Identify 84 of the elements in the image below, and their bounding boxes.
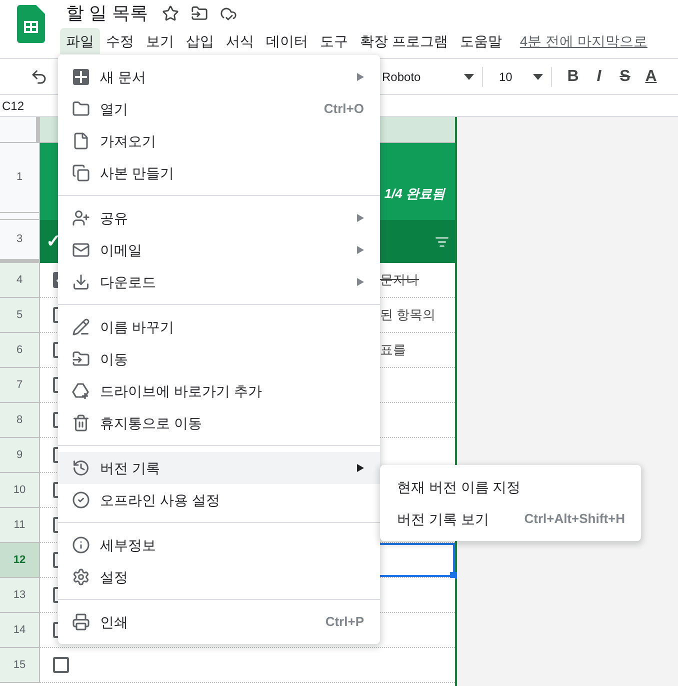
filter-icon[interactable] bbox=[435, 234, 449, 248]
row-number[interactable]: 8 bbox=[0, 403, 40, 438]
row-number[interactable]: 10 bbox=[0, 473, 40, 508]
menu-item[interactable]: 버전 기록 bbox=[58, 452, 380, 484]
menu-item[interactable]: 열기 Ctrl+O bbox=[58, 93, 380, 125]
star-icon[interactable] bbox=[162, 4, 180, 22]
menu-tab[interactable]: 수정 bbox=[100, 28, 140, 54]
task-text: 된 항목의 bbox=[380, 306, 436, 324]
menu-item[interactable]: 휴지통으로 이동 bbox=[58, 407, 380, 439]
task-text: 문자나 bbox=[380, 271, 419, 290]
row-number[interactable]: 6 bbox=[0, 333, 40, 368]
caret-icon bbox=[464, 74, 474, 80]
menu-tab[interactable]: 파일 bbox=[60, 28, 100, 54]
submenu-arrow-icon bbox=[357, 464, 364, 472]
row-number[interactable]: 3 bbox=[0, 220, 40, 263]
folder-arrow-icon[interactable] bbox=[191, 4, 208, 22]
menu-item[interactable]: 설정 bbox=[58, 561, 380, 593]
copy-icon bbox=[72, 164, 90, 182]
menu-tab[interactable]: 데이터 bbox=[260, 28, 314, 54]
info-icon bbox=[72, 536, 90, 554]
menu-item[interactable]: 가져오기 bbox=[58, 125, 380, 157]
menu-item[interactable]: 이동 bbox=[58, 343, 380, 375]
add-person-icon bbox=[72, 209, 90, 227]
row-number[interactable]: 7 bbox=[0, 368, 40, 403]
checkbox[interactable] bbox=[53, 657, 69, 673]
font-dropdown[interactable]: Roboto bbox=[382, 68, 474, 86]
menu-tab[interactable]: 삽입 bbox=[180, 28, 220, 54]
submenu-arrow-icon bbox=[357, 214, 364, 222]
menu-item[interactable]: 현재 버전 이름 지정 bbox=[380, 471, 641, 503]
menu-item[interactable]: 인쇄 Ctrl+P bbox=[58, 606, 380, 638]
menu-item[interactable]: 세부정보 bbox=[58, 529, 380, 561]
row-number[interactable]: 11 bbox=[0, 508, 40, 543]
check-circle-icon bbox=[72, 491, 90, 509]
row-number[interactable]: 4 bbox=[0, 263, 40, 298]
last-edit-link[interactable]: 4분 전에 마지막으로 bbox=[520, 30, 648, 52]
folder-icon bbox=[72, 100, 90, 118]
submenu-arrow-icon bbox=[357, 246, 364, 254]
drive-plus-icon bbox=[72, 382, 90, 400]
menu-item[interactable]: 이메일 bbox=[58, 234, 380, 266]
history-icon bbox=[72, 459, 90, 477]
row-number[interactable]: 1 bbox=[0, 143, 40, 213]
menu-item[interactable]: 다운로드 bbox=[58, 266, 380, 298]
trash-icon bbox=[72, 414, 90, 432]
menu-item[interactable]: 오프라인 사용 설정 bbox=[58, 484, 380, 516]
menu-tab[interactable]: 서식 bbox=[220, 28, 260, 54]
document-title[interactable]: 할 일 목록 bbox=[66, 0, 148, 26]
undo-icon[interactable] bbox=[30, 68, 48, 86]
format-button[interactable]: B bbox=[560, 64, 586, 88]
menu-item[interactable]: 이름 바꾸기 bbox=[58, 311, 380, 343]
pencil-icon bbox=[72, 318, 90, 336]
folder-arrow-icon bbox=[72, 350, 90, 368]
check-mark: ✓ bbox=[46, 230, 61, 253]
menu-item[interactable]: 버전 기록 보기 Ctrl+Alt+Shift+H bbox=[380, 503, 641, 535]
menu-tab[interactable]: 확장 프로그램 bbox=[354, 28, 454, 54]
row-number[interactable]: 15 bbox=[0, 648, 40, 683]
download-icon bbox=[72, 273, 90, 291]
row-number[interactable]: 14 bbox=[0, 613, 40, 648]
settings-icon bbox=[72, 568, 90, 586]
progress-text: 1/4 완료됨 bbox=[384, 184, 445, 202]
file-icon bbox=[72, 132, 90, 150]
menu-item[interactable]: 새 문서 bbox=[58, 61, 380, 93]
menu-item[interactable]: 드라이브에 바로가기 추가 bbox=[58, 375, 380, 407]
printer-icon bbox=[72, 613, 90, 631]
format-button[interactable]: I bbox=[586, 64, 612, 88]
format-button[interactable]: S bbox=[612, 64, 638, 88]
font-size-dropdown[interactable]: 10 bbox=[491, 68, 543, 86]
menu-tab[interactable]: 보기 bbox=[140, 28, 180, 54]
row-number[interactable]: 12 bbox=[0, 543, 40, 578]
menu-tab[interactable]: 도구 bbox=[314, 28, 354, 54]
sheets-logo-icon[interactable] bbox=[17, 5, 45, 43]
caret-icon bbox=[533, 74, 543, 80]
format-button[interactable]: A bbox=[638, 64, 664, 88]
new-document-icon bbox=[72, 68, 90, 86]
row-number[interactable]: 13 bbox=[0, 578, 40, 613]
row-number[interactable]: 9 bbox=[0, 438, 40, 473]
menu-item[interactable]: 사본 만들기 bbox=[58, 157, 380, 189]
mail-icon bbox=[72, 241, 90, 259]
task-text: 표를 bbox=[380, 341, 406, 360]
submenu-arrow-icon bbox=[357, 73, 364, 81]
row-number[interactable]: 5 bbox=[0, 298, 40, 333]
menu-tab[interactable]: 도움말 bbox=[454, 28, 508, 54]
menu-item[interactable]: 공유 bbox=[58, 202, 380, 234]
submenu-arrow-icon bbox=[357, 278, 364, 286]
name-box[interactable]: C12 bbox=[2, 96, 24, 114]
